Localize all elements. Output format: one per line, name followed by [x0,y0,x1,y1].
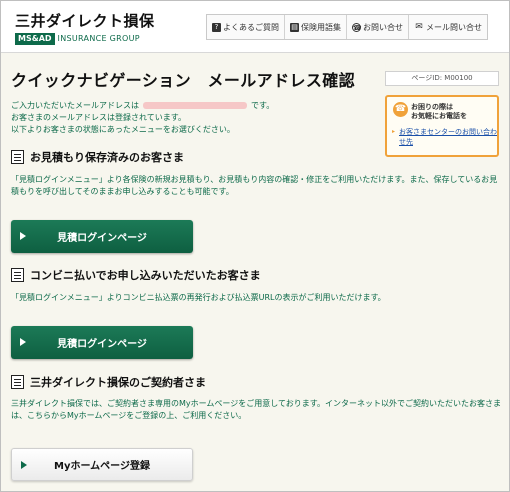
document-icon [11,268,24,282]
section-heading-saved-quotes: お見積もり保存済みのお客さま [11,149,184,165]
question-icon: ? [212,22,221,32]
page-id: ページID: M00100 [385,71,499,86]
my-homepage-register-button[interactable]: Myホームページ登録 [11,448,193,481]
bullet-icon: ▸ [392,128,396,135]
phone-icon: ☎ [393,102,408,117]
top-navigation: ? よくあるご質問 ▤ 保険用語集 ☎ お問い合せ ✉ メール問い合せ [206,14,488,40]
my-homepage-register-label: Myホームページ登録 [54,461,150,472]
mail-icon: ✉ [415,21,423,32]
section-heading-label: 三井ダイレクト損保のご契約者さま [30,376,206,389]
group-logo: MS&AD INSURANCE GROUP [15,32,140,45]
help-title-line2: お気軽にお電話を [411,112,467,120]
intro-line2: お客さまのメールアドレスは登録されています。 [11,113,186,122]
masked-email [143,102,247,109]
help-title-line1: お困りの際は [411,103,453,111]
msad-badge: MS&AD [15,32,55,45]
section-heading-label: コンビニ払いでお申し込みいただいたお客さま [30,269,261,282]
nav-contact[interactable]: ☎ お問い合せ [347,15,409,39]
insurance-group-label: INSURANCE GROUP [57,34,140,43]
section-body-saved-quotes: 「見積ログインメニュー」より各保険の新規お見積もり、お見積もり内容の確認・修正を… [11,175,498,196]
contact-center-link[interactable]: お客さまセンターのお問い合わせ先 [399,127,497,147]
quote-login-button[interactable]: 見積ログインページ [11,220,193,253]
section-body-policyholders: 三井ダイレクト損保では、ご契約者さま専用のMyホームページをご用意しております。… [11,399,501,420]
intro-line3: 以下よりお客さまの状態にあったメニューをお選びください。 [11,125,235,134]
page-title: クイックナビゲーション メールアドレス確認 [11,71,356,90]
section-heading-convenience-store: コンビニ払いでお申し込みいただいたお客さま [11,267,261,283]
section-heading-label: お見積もり保存済みのお客さま [30,151,184,164]
intro-line1: ご入力いただいたメールアドレスは です。 [11,100,371,112]
section-body-convenience-store: 「見積ログインメニュー」よりコンビニ払込票の再発行および払込票URLの表示がご利… [11,293,386,302]
nav-glossary[interactable]: ▤ 保険用語集 [285,15,347,39]
intro-text: ご入力いただいたメールアドレスは です。 お客さまのメールアドレスは登録されていま… [11,100,371,136]
document-icon [11,375,24,389]
site-logo[interactable]: 三井ダイレクト損保 [15,10,155,31]
book-icon: ▤ [290,22,299,32]
document-icon [11,150,24,164]
nav-faq[interactable]: ? よくあるご質問 [207,15,285,39]
intro-line1-prefix: ご入力いただいたメールアドレスは [11,101,139,110]
quote-login-button-label: 見積ログインページ [57,233,147,244]
arrow-right-icon [20,338,26,346]
help-box: ☎ お困りの際は お気軽にお電話を ▸ お客さまセンターのお問い合わせ先 [385,95,499,157]
nav-mail-contact-label: メール問い合せ [426,22,482,32]
arrow-right-icon [20,232,26,240]
phone-icon: ☎ [352,22,362,32]
nav-faq-label: よくあるご質問 [223,22,279,32]
site-header: 三井ダイレクト損保 MS&AD INSURANCE GROUP ? よくあるご質… [1,1,509,53]
help-title: お困りの際は お気軽にお電話を [411,103,497,121]
quote-login-button-2[interactable]: 見積ログインページ [11,326,193,359]
arrow-right-icon [21,461,27,469]
intro-line1-suffix: です。 [251,101,275,110]
section-heading-policyholders: 三井ダイレクト損保のご契約者さま [11,374,206,390]
nav-contact-label: お問い合せ [363,22,403,32]
nav-mail-contact[interactable]: ✉ メール問い合せ [409,15,487,39]
quote-login-button-label: 見積ログインページ [57,339,147,350]
nav-glossary-label: 保険用語集 [301,22,341,32]
